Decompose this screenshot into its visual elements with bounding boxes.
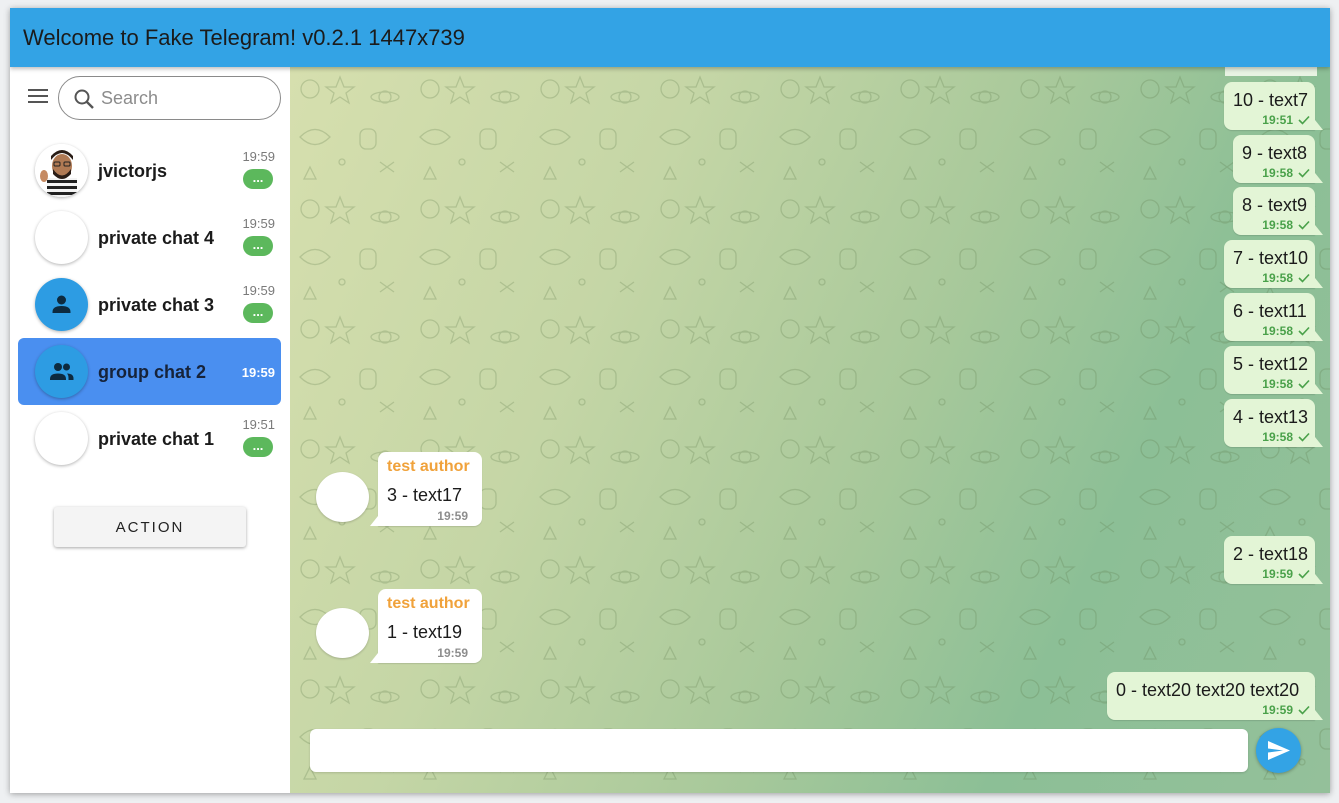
chat-name: group chat 2 [98,362,207,382]
message-input[interactable] [310,729,1248,772]
outgoing-message[interactable]: 4 - text13 19:58 [1224,399,1323,447]
message-author: test author [387,595,470,612]
person-icon [52,295,71,313]
message-list-edge [1225,67,1317,76]
outgoing-message[interactable]: 9 - text8 19:58 [1233,135,1323,183]
send-icon [1268,741,1290,760]
outgoing-message[interactable]: 8 - text9 19:58 [1233,187,1323,235]
search-box[interactable] [58,76,281,120]
check-icon [1298,569,1310,579]
message-text: 8 - text9 [1242,195,1308,215]
check-icon [1298,326,1310,336]
check-icon [1298,115,1310,125]
message-time: 19:59 [437,509,468,523]
message-time: 19:59 [437,646,468,660]
group-icon [50,363,74,380]
search-input[interactable] [101,85,271,111]
unread-badge: ... [243,437,273,457]
check-icon [1298,220,1310,230]
chat-name: private chat 4 [98,228,215,248]
chat-time: 19:59 [242,216,275,231]
author-avatar[interactable] [316,608,369,658]
send-button[interactable] [1256,728,1301,773]
message-text: 2 - text18 [1233,544,1309,564]
avatar [35,278,88,331]
user-photo-icon [35,144,88,197]
message-time: 19:59 [1262,567,1293,581]
app-window: Welcome to Fake Telegram! v0.2.1 1447x73… [10,8,1330,793]
message-text: 1 - text19 [387,622,463,642]
chat-name: jvictorjs [98,161,168,181]
check-icon [1298,705,1310,715]
check-icon [1298,432,1310,442]
message-text: 7 - text10 [1233,248,1309,268]
chat-time: 19:59 [242,283,275,298]
chat-item-group-chat-2[interactable]: group chat 2 19:59 [18,338,281,405]
message-time: 19:58 [1262,324,1293,338]
message-text: 3 - text17 [387,485,463,505]
chat-time: 19:59 [242,149,275,164]
incoming-message[interactable]: test author 1 - text19 19:59 [370,589,482,663]
outgoing-message[interactable]: 5 - text12 19:58 [1224,346,1323,394]
message-time: 19:51 [1262,113,1293,127]
message-text: 6 - text11 [1233,301,1307,321]
message-time: 19:58 [1262,166,1293,180]
window-title: Welcome to Fake Telegram! v0.2.1 1447x73… [23,25,465,50]
chat-time: 19:51 [242,417,275,432]
message-text: 4 - text13 [1233,407,1309,427]
unread-badge: ... [243,303,273,323]
unread-badge: ... [243,236,273,256]
avatar [35,144,88,197]
message-author: test author [387,458,470,475]
message-text: 5 - text12 [1233,354,1309,374]
author-avatar[interactable] [316,472,369,522]
hamburger-menu-icon[interactable] [27,87,49,105]
message-text: 0 - text20 text20 text20 [1116,680,1300,700]
check-icon [1298,168,1310,178]
sidebar: jvictorjs 19:59 ... private chat 4 19:59… [10,67,290,793]
message-text: 10 - text7 [1233,90,1309,110]
message-time: 19:58 [1262,271,1293,285]
check-icon [1298,273,1310,283]
chat-item-private-chat-1[interactable]: private chat 1 19:51 ... [18,405,281,472]
unread-badge: ... [243,169,273,189]
message-text: 9 - text8 [1242,143,1308,163]
chat-area[interactable]: 10 - text7 19:51 9 - text8 19:58 8 - tex… [290,67,1330,793]
outgoing-message[interactable]: 7 - text10 19:58 [1224,240,1323,288]
avatar [35,211,88,264]
chat-item-jvictorjs[interactable]: jvictorjs 19:59 ... [18,137,281,204]
search-icon [74,89,94,109]
incoming-message[interactable]: test author 3 - text17 19:59 [370,452,482,526]
chat-name: private chat 1 [98,429,215,449]
outgoing-message[interactable]: 6 - text11 19:58 [1224,293,1323,341]
outgoing-message[interactable]: 2 - text18 19:59 [1224,536,1323,584]
avatar [35,345,88,398]
message-time: 19:58 [1262,430,1293,444]
chat-name: private chat 3 [98,295,215,315]
outgoing-message[interactable]: 10 - text7 19:51 [1224,82,1323,130]
title-bar: Welcome to Fake Telegram! v0.2.1 1447x73… [10,8,1330,67]
chat-item-private-chat-3[interactable]: private chat 3 19:59 ... [18,271,281,338]
avatar [35,412,88,465]
message-time: 19:58 [1262,377,1293,391]
check-icon [1298,379,1310,389]
chat-item-private-chat-4[interactable]: private chat 4 19:59 ... [18,204,281,271]
outgoing-message[interactable]: 0 - text20 text20 text20 19:59 [1107,672,1323,720]
message-time: 19:59 [1262,703,1293,717]
action-button[interactable]: ACTION [54,507,246,547]
chat-time: 19:59 [241,365,275,380]
message-time: 19:58 [1262,218,1293,232]
